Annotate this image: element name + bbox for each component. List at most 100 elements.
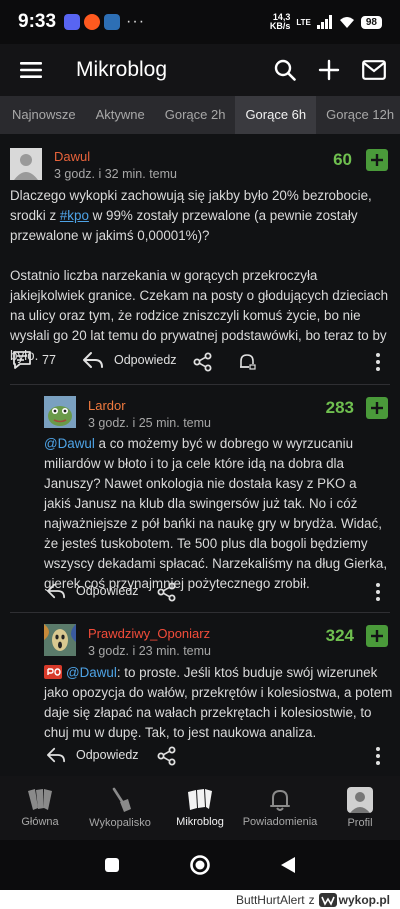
comment-line: @Dawul a co możemy być w dobrego w wyrzu… — [44, 434, 396, 454]
wifi-icon — [339, 16, 354, 28]
tab-gorace-12h[interactable]: Gorące 12h — [316, 96, 400, 134]
post-text: w 99% zostały przewalone (a pewnie zosta… — [88, 208, 358, 223]
page-title: Mikroblog — [76, 58, 168, 81]
system-nav-bar — [0, 840, 400, 890]
post-score: 60 — [333, 150, 352, 169]
shovel-icon — [112, 787, 131, 812]
comment-text: : to proste. Jeśli ktoś buduje swój wize… — [116, 665, 378, 680]
mention-link[interactable]: @Dawul — [66, 665, 117, 680]
share-icon[interactable] — [193, 352, 213, 372]
reply-button[interactable]: Odpowiedz — [46, 746, 139, 764]
status-time: 9:33 — [18, 11, 57, 32]
search-icon[interactable] — [274, 59, 296, 81]
avatar[interactable] — [44, 624, 76, 656]
avatar[interactable] — [10, 148, 42, 180]
reddit-icon — [84, 14, 101, 30]
add-post-icon[interactable] — [318, 59, 340, 81]
divider — [10, 612, 390, 613]
comment-line: @Dawul: to proste. Jeśli ktoś buduje swó… — [44, 663, 396, 683]
nav-mikroblog[interactable]: Mikroblog — [160, 776, 240, 840]
lte-label: LTE — [296, 17, 311, 27]
reply-button[interactable]: Odpowiedz — [82, 350, 177, 370]
upvote-button[interactable] — [366, 625, 388, 647]
tab-najnowsze[interactable]: Najnowsze — [0, 96, 86, 134]
post-line: Dlaczego wykopki zachowują się jakby był… — [10, 188, 372, 203]
back-button-icon[interactable] — [280, 856, 296, 874]
post-line: przewalone w jakimś 0,00001%)? — [10, 228, 210, 243]
comments-icon — [13, 351, 31, 369]
app-bar: Mikroblog — [0, 44, 400, 96]
comment-body: @Dawul: to proste. Jeśli ktoś buduje swó… — [44, 663, 396, 743]
more-options-icon[interactable] — [375, 582, 381, 602]
comment-author[interactable]: Prawdziwy_Oponiarz — [88, 626, 210, 641]
discord-icon — [64, 14, 81, 30]
messages-icon[interactable] — [362, 60, 386, 80]
signal-icon — [316, 15, 332, 29]
comments-count: 77 — [42, 353, 56, 367]
nav-profil[interactable]: Profil — [320, 776, 400, 840]
more-options-icon[interactable] — [375, 746, 381, 766]
watermark: ButtHurtAlert z wykop.pl — [0, 890, 400, 909]
reply-button[interactable]: Odpowiedz — [46, 582, 139, 600]
upvote-button[interactable] — [366, 149, 388, 171]
plus-icon — [371, 630, 383, 642]
share-icon[interactable] — [157, 582, 177, 602]
scream-avatar-icon — [44, 624, 76, 656]
share-icon[interactable] — [157, 746, 177, 766]
mention-link[interactable]: @Dawul — [44, 436, 95, 451]
recent-apps-icon[interactable] — [104, 857, 120, 873]
watermark-site: wykop.pl — [318, 892, 390, 907]
comment-text: a co możemy być w dobrego w wyrzucaniu — [94, 436, 354, 451]
post-line: na ulicy oraz tym, że rodzice zniszczyli… — [10, 308, 361, 323]
post-line: wysłali go 20 lat temu do prywatnej pods… — [10, 328, 387, 343]
comment-line: jakiś Janusz na klub dla swingersów już … — [44, 496, 358, 511]
nav-label: Profil — [347, 817, 373, 829]
more-options-icon[interactable] — [375, 352, 381, 372]
upvote-button[interactable] — [366, 397, 388, 419]
tab-gorace-6h[interactable]: Gorące 6h — [235, 96, 317, 134]
notify-bell-icon[interactable] — [237, 352, 257, 372]
comment-author[interactable]: Lardor — [88, 398, 126, 413]
reply-label: Odpowiedz — [114, 353, 177, 367]
menu-button[interactable] — [0, 44, 62, 96]
comment-line: chuj mu w dupę. Tak, to jest naukowa ana… — [44, 725, 317, 740]
post-text: srodki z — [10, 208, 60, 223]
watermark-site-label: wykop.pl — [338, 892, 390, 907]
bell-icon — [270, 789, 290, 811]
comment-line: najważniejsze z pół bańki na naukę gry w… — [44, 516, 382, 531]
reply-icon — [83, 352, 103, 368]
nav-powiadomienia[interactable]: Powiadomienia — [240, 776, 320, 840]
post-line: srodki z #kpo w 99% zostały przewalone (… — [10, 206, 396, 226]
nav-wykopalisko[interactable]: Wykopalisko — [80, 776, 160, 840]
comments-button[interactable]: 77 — [12, 350, 56, 370]
comment-body: @Dawul a co możemy być w dobrego w wyrzu… — [44, 434, 396, 594]
nav-label: Główna — [21, 816, 59, 828]
comment-score: 283 — [325, 398, 354, 417]
comment-time: 3 godz. i 25 min. temu — [88, 416, 211, 430]
nav-glowna[interactable]: Główna — [0, 776, 80, 840]
post-author[interactable]: Dawul — [54, 149, 90, 164]
divider — [10, 384, 390, 385]
notification-icons — [64, 14, 121, 30]
comment-line: wszyscy dekadami spłacać. Narzekaliśmy n… — [44, 556, 388, 571]
reply-icon — [47, 583, 65, 599]
comment-line: Januszy? Nawet onkologia nie dostała kas… — [44, 476, 357, 491]
status-right: 14,3 KB/s LTE 98 — [270, 13, 382, 31]
avatar[interactable] — [44, 396, 76, 428]
nav-label: Powiadomienia — [242, 816, 318, 828]
tab-gorace-2h[interactable]: Gorące 2h — [155, 96, 236, 134]
mikroblog-icon — [188, 789, 212, 810]
wykop-logo-icon — [318, 892, 337, 907]
comment-time: 3 godz. i 23 min. temu — [88, 644, 211, 658]
watermark-z: z — [308, 892, 315, 907]
more-notifications-icon: ··· — [126, 13, 146, 30]
speed-unit: KB/s — [269, 21, 291, 31]
plus-icon — [371, 402, 383, 414]
tab-aktywne[interactable]: Aktywne — [86, 96, 155, 134]
home-button-icon[interactable] — [189, 854, 211, 876]
comment-score: 324 — [325, 626, 354, 645]
post-body: Dlaczego wykopki zachowują się jakby był… — [10, 186, 396, 366]
tag-link[interactable]: #kpo — [60, 208, 89, 223]
comment-line: miliardów w błoto i to ja cele które idą… — [44, 456, 344, 471]
